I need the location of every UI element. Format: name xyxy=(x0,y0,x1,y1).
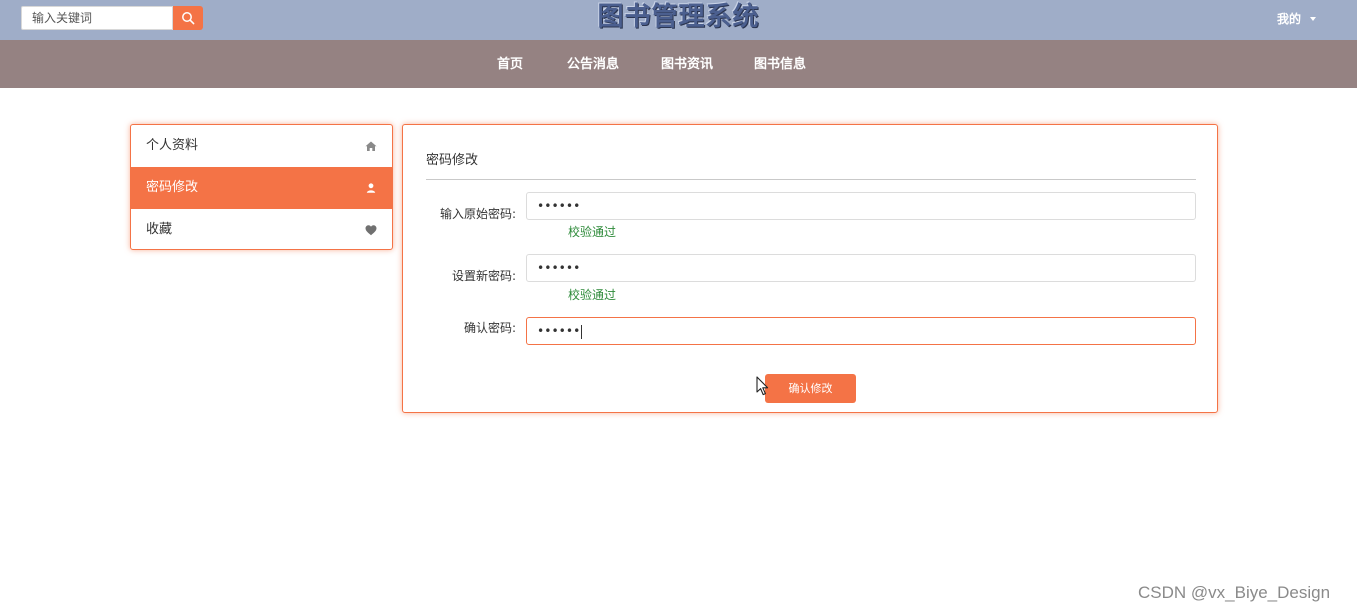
nav-item-book-info[interactable]: 图书信息 xyxy=(754,57,806,73)
new-password-label: 设置新密码: xyxy=(451,269,516,283)
confirm-password-label: 确认密码: xyxy=(463,321,516,335)
sidebar-item-favorites[interactable]: 收藏 xyxy=(131,209,392,249)
user-menu[interactable]: 我的 xyxy=(1277,10,1317,28)
user-icon xyxy=(366,183,376,193)
confirm-change-button[interactable]: 确认修改 xyxy=(765,374,856,403)
site-title: 图书管理系统 xyxy=(597,2,760,32)
confirm-password-value: •••••• xyxy=(537,324,581,338)
sidebar-item-label: 密码修改 xyxy=(146,180,199,195)
sidebar-item-label: 收藏 xyxy=(146,222,173,237)
top-bar: 输入关键词 图书管理系统 我的 xyxy=(0,0,1357,40)
new-password-validation: 校验通过 xyxy=(568,288,617,302)
nav-item-book-news[interactable]: 图书资讯 xyxy=(661,57,713,73)
old-password-label: 输入原始密码: xyxy=(439,207,516,221)
nav-item-home[interactable]: 首页 xyxy=(497,57,523,73)
main-nav: 首页 公告消息 图书资讯 图书信息 xyxy=(0,40,1357,88)
user-menu-label: 我的 xyxy=(1277,12,1302,26)
home-icon xyxy=(365,141,377,151)
sidebar-item-label: 个人资料 xyxy=(146,138,199,153)
mouse-pointer-icon xyxy=(756,376,769,396)
password-form-panel: 密码修改 输入原始密码: •••••• 校验通过 设置新密码: •••••• 校… xyxy=(402,124,1218,413)
watermark: CSDN @vx_Biye_Design xyxy=(1138,583,1331,602)
old-password-validation: 校验通过 xyxy=(568,225,617,239)
new-password-field[interactable]: •••••• xyxy=(526,254,1196,282)
divider xyxy=(426,179,1196,180)
confirm-password-field[interactable]: •••••• xyxy=(526,317,1196,345)
sidebar-menu: 个人资料 密码修改 收藏 xyxy=(130,124,393,250)
text-cursor xyxy=(581,324,583,339)
nav-item-announcements[interactable]: 公告消息 xyxy=(567,57,619,73)
sidebar-item-profile[interactable]: 个人资料 xyxy=(131,125,392,167)
panel-title: 密码修改 xyxy=(426,153,479,168)
caret-down-icon xyxy=(1310,17,1317,21)
old-password-field[interactable]: •••••• xyxy=(526,192,1196,220)
sidebar-item-password[interactable]: 密码修改 xyxy=(131,167,392,209)
heart-icon xyxy=(365,225,377,236)
